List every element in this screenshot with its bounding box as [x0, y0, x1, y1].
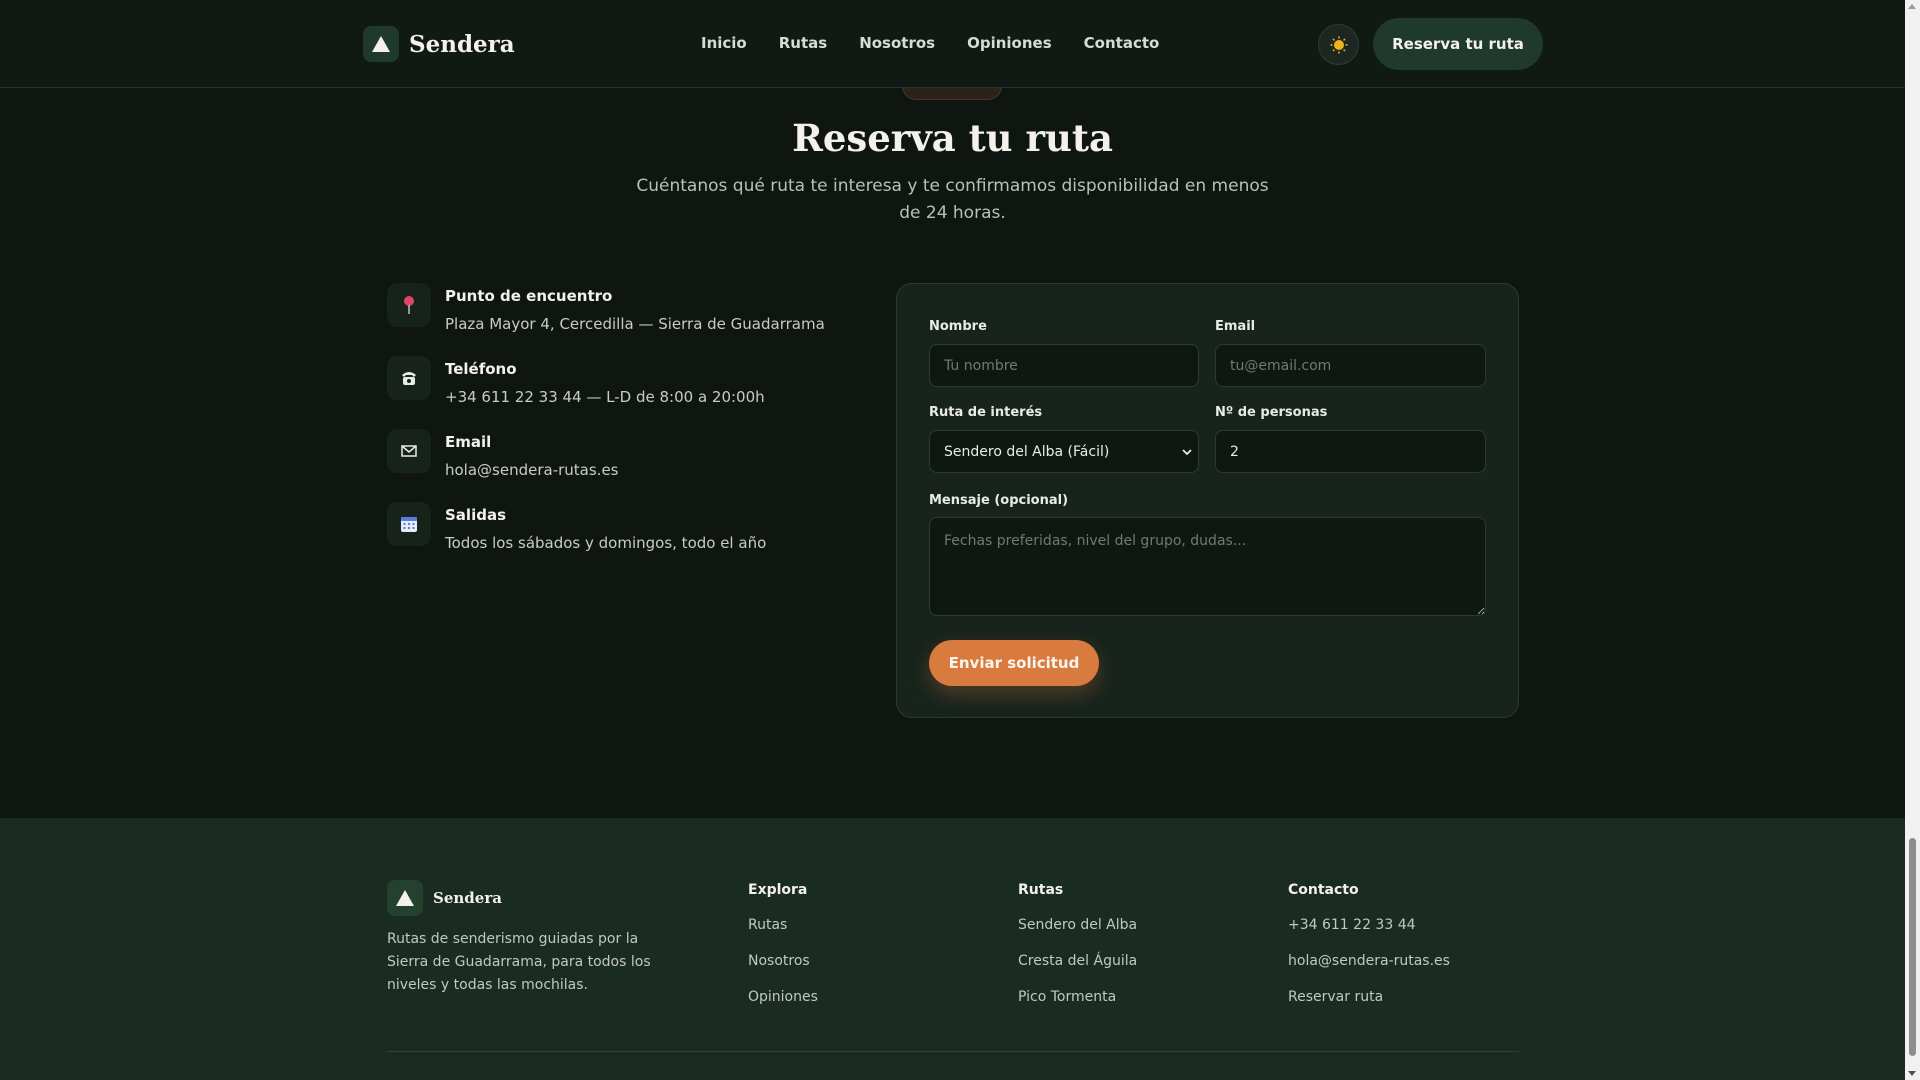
- name-label: Nombre: [929, 319, 987, 334]
- footer-link[interactable]: Nosotros: [748, 952, 818, 970]
- nav-contacto[interactable]: Contacto: [1084, 34, 1160, 52]
- info-label: Email: [445, 433, 492, 451]
- info-item-phone: Teléfono +34 611 22 33 44 — L-D de 8:00 …: [387, 356, 867, 429]
- footer-divider: [387, 1051, 1519, 1052]
- booking-form: Nombre Email Ruta de interés Sendero del…: [896, 283, 1519, 718]
- site-header: Sendera Inicio Rutas Nosotros Opiniones …: [0, 0, 1905, 88]
- message-textarea[interactable]: [929, 517, 1486, 616]
- mountain-logo-icon: [387, 880, 423, 916]
- footer-link[interactable]: Pico Tormenta: [1018, 988, 1137, 1006]
- sun-icon: [1330, 36, 1347, 53]
- footer-column-title: Rutas: [1018, 882, 1064, 898]
- info-item-email: Email hola@sendera-rutas.es: [387, 429, 867, 502]
- theme-toggle-button[interactable]: [1318, 24, 1359, 65]
- people-input[interactable]: [1215, 430, 1486, 473]
- submit-request-button[interactable]: Enviar solicitud: [929, 640, 1099, 686]
- main-nav: Inicio Rutas Nosotros Opiniones Contacto: [701, 34, 1159, 52]
- footer-link[interactable]: Opiniones: [748, 988, 818, 1006]
- info-label: Teléfono: [445, 360, 517, 378]
- footer-column-explora: Explora Rutas Nosotros Opiniones: [748, 882, 818, 1024]
- info-item-departures: Salidas Todos los sábados y domingos, to…: [387, 502, 867, 575]
- scroll-up-icon[interactable]: [1908, 4, 1916, 9]
- nav-opiniones[interactable]: Opiniones: [967, 34, 1052, 52]
- contact-info-list: Punto de encuentro Plaza Mayor 4, Cerced…: [387, 283, 867, 575]
- page-scrollbar[interactable]: [1905, 0, 1920, 1080]
- people-label: Nº de personas: [1215, 405, 1328, 420]
- info-label: Salidas: [445, 506, 506, 524]
- pin-icon: [387, 283, 431, 327]
- section-subtitle: Cuéntanos qué ruta te interesa y te conf…: [636, 176, 1269, 223]
- footer-link[interactable]: Reservar ruta: [1288, 988, 1450, 1006]
- footer-link[interactable]: Rutas: [748, 916, 818, 934]
- message-label: Mensaje (opcional): [929, 493, 1069, 508]
- info-item-meeting-point: Punto de encuentro Plaza Mayor 4, Cerced…: [387, 283, 867, 356]
- footer-column-title: Contacto: [1288, 882, 1359, 898]
- footer-description: Rutas de senderismo guiadas por la Sierr…: [387, 931, 651, 993]
- info-value: Plaza Mayor 4, Cercedilla — Sierra de Gu…: [445, 315, 825, 333]
- mail-icon: [387, 429, 431, 473]
- footer-link[interactable]: +34 611 22 33 44: [1288, 916, 1450, 934]
- route-label: Ruta de interés: [929, 405, 1043, 420]
- footer-link[interactable]: Cresta del Águila: [1018, 952, 1137, 970]
- reserve-route-button[interactable]: Reserva tu ruta: [1373, 18, 1543, 70]
- scroll-down-icon[interactable]: [1908, 1071, 1916, 1076]
- email-input[interactable]: [1215, 344, 1486, 387]
- info-value: +34 611 22 33 44 — L-D de 8:00 a 20:00h: [445, 388, 765, 406]
- site-footer: Sendera Rutas de senderismo guiadas por …: [0, 818, 1905, 1080]
- info-value: Todos los sábados y domingos, todo el añ…: [445, 534, 767, 552]
- scroll-thumb[interactable]: [1909, 838, 1916, 1056]
- footer-brand-name: Sendera: [433, 889, 502, 907]
- route-select[interactable]: Sendero del Alba (Fácil): [929, 430, 1199, 473]
- nav-rutas[interactable]: Rutas: [779, 34, 827, 52]
- email-label: Email: [1215, 319, 1256, 334]
- info-value: hola@sendera-rutas.es: [445, 461, 619, 479]
- brand[interactable]: Sendera: [363, 26, 515, 62]
- mountain-logo-icon: [363, 26, 399, 62]
- name-input[interactable]: [929, 344, 1199, 387]
- brand-name: Sendera: [409, 30, 515, 58]
- calendar-icon: [387, 502, 431, 546]
- nav-inicio[interactable]: Inicio: [701, 34, 747, 52]
- section-title: Reserva tu ruta: [792, 116, 1113, 160]
- footer-column-rutas: Rutas Sendero del Alba Cresta del Águila…: [1018, 882, 1137, 1024]
- footer-link[interactable]: Sendero del Alba: [1018, 916, 1137, 934]
- footer-link[interactable]: hola@sendera-rutas.es: [1288, 952, 1450, 970]
- phone-icon: [387, 356, 431, 400]
- nav-nosotros[interactable]: Nosotros: [859, 34, 935, 52]
- footer-brand[interactable]: Sendera: [387, 880, 502, 916]
- footer-column-title: Explora: [748, 882, 808, 898]
- info-label: Punto de encuentro: [445, 287, 613, 305]
- footer-column-contacto: Contacto +34 611 22 33 44 hola@sendera-r…: [1288, 882, 1450, 1024]
